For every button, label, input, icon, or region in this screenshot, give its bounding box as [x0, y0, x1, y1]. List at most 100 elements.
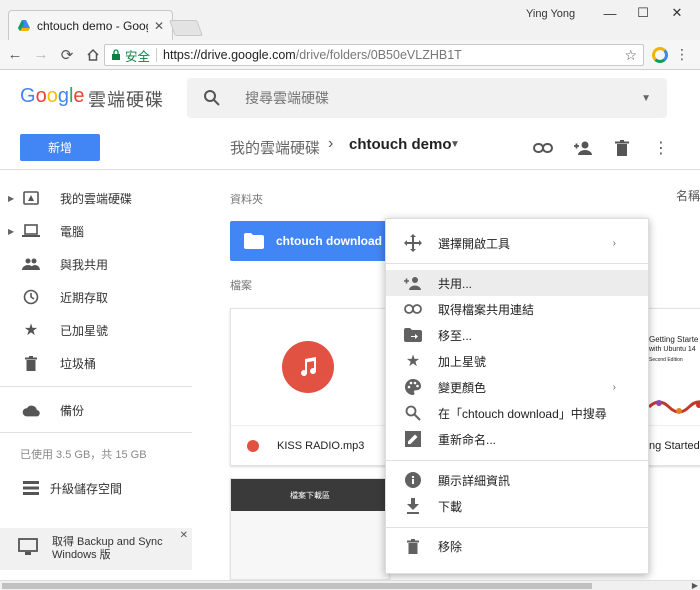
upgrade-storage-link[interactable]: 升級儲存空間: [0, 474, 200, 502]
trash-icon[interactable]: [611, 137, 633, 159]
menu-item-move-to[interactable]: 移至...: [386, 322, 648, 348]
minimize-button[interactable]: —: [597, 4, 623, 22]
menu-item-label: 移除: [438, 539, 463, 554]
menu-item-view-details[interactable]: 顯示詳細資訊: [386, 467, 648, 493]
browser-titlebar: chtouch demo - Google ✕ Ying Yong — ☐ ✕: [0, 0, 700, 40]
browser-menu-icon[interactable]: ⋮: [675, 46, 689, 63]
lock-icon: [112, 49, 120, 60]
menu-item-get-link[interactable]: 取得檔案共用連結: [386, 296, 648, 322]
breadcrumb-caret-icon[interactable]: ▼: [450, 139, 460, 150]
search-options-caret-icon[interactable]: ▼: [641, 93, 651, 104]
file-card[interactable]: 檔案下載區: [230, 478, 390, 580]
move-arrows-icon: [404, 234, 422, 252]
bookmark-star-icon[interactable]: ☆: [624, 47, 637, 64]
divider: [386, 263, 648, 264]
back-arrow-icon[interactable]: ←: [4, 44, 26, 66]
file-card[interactable]: KISS RADIO.mp3: [230, 308, 390, 466]
menu-item-change-color[interactable]: 變更顏色 ›: [386, 374, 648, 400]
profile-name[interactable]: Ying Yong: [526, 8, 575, 20]
search-icon: [204, 90, 220, 106]
sidebar-item-label: 已加星號: [60, 323, 109, 338]
people-icon: [22, 255, 40, 273]
new-button[interactable]: 新增: [20, 134, 100, 161]
search-input[interactable]: [245, 90, 625, 106]
close-window-button[interactable]: ✕: [664, 4, 690, 22]
forward-arrow-icon[interactable]: →: [30, 44, 52, 66]
file-card-footer: KISS RADIO.mp3: [231, 425, 389, 465]
download-icon: [404, 497, 422, 515]
menu-item-label: 取得檔案共用連結: [438, 302, 535, 317]
extension-icon[interactable]: [652, 47, 668, 63]
divider: [386, 527, 648, 528]
search-box[interactable]: ▼: [187, 78, 667, 118]
book-subtitle-line: with Ubuntu 14: [649, 346, 696, 353]
secure-indicator[interactable]: 安全: [111, 46, 150, 65]
horizontal-scrollbar[interactable]: ▶: [0, 580, 700, 590]
drive-title[interactable]: 雲端硬碟: [88, 86, 164, 112]
add-person-icon: [404, 274, 422, 292]
home-icon[interactable]: [82, 44, 104, 66]
new-tab-button[interactable]: [169, 20, 203, 36]
menu-item-add-star[interactable]: ★ 加上星號: [386, 348, 648, 374]
upgrade-storage-label: 升級儲存空間: [50, 481, 123, 496]
browser-toolbar: ← → ⟳ 安全 https://drive.google.com/drive/…: [0, 40, 700, 70]
menu-item-remove[interactable]: 移除: [386, 533, 648, 559]
url-host: https://drive.google.com: [163, 48, 296, 62]
divider: [156, 48, 158, 62]
sidebar-item-label: 與我共用: [60, 257, 109, 272]
file-thumbnail-header: 檔案下載區: [231, 479, 389, 511]
menu-item-label: 變更顏色: [438, 380, 487, 395]
folder-icon: [244, 233, 264, 249]
scroll-right-icon[interactable]: ▶: [692, 581, 698, 590]
scrollbar-thumb[interactable]: [2, 583, 592, 589]
storage-usage-text: 已使用 3.5 GB，共 15 GB: [20, 449, 147, 461]
tab-close-icon[interactable]: ✕: [154, 19, 164, 33]
computer-icon: [22, 222, 40, 240]
link-icon[interactable]: [532, 137, 554, 159]
breadcrumb-chevron-icon: ›: [328, 135, 334, 152]
sidebar-item-backup[interactable]: 備份: [0, 396, 200, 424]
sidebar-item-label: 近期存取: [60, 290, 109, 305]
menu-item-label: 選擇開啟工具: [438, 236, 511, 251]
backup-sync-banner[interactable]: 取得 Backup and Sync Windows 版 ✕: [0, 528, 192, 570]
sidebar-item-recent[interactable]: 近期存取: [0, 283, 200, 311]
menu-item-open-with[interactable]: 選擇開啟工具 ›: [386, 230, 648, 256]
music-note-icon: [282, 341, 334, 393]
reload-icon[interactable]: ⟳: [56, 44, 78, 66]
sidebar-item-my-drive[interactable]: ▶ 我的雲端硬碟: [0, 184, 200, 212]
address-bar[interactable]: 安全 https://drive.google.com/drive/folder…: [104, 44, 644, 66]
close-icon[interactable]: ✕: [180, 530, 188, 541]
folder-item[interactable]: chtouch download: [230, 221, 395, 261]
expand-arrow-icon[interactable]: ▶: [8, 194, 14, 203]
drive-favicon-icon: [18, 19, 30, 31]
browser-tab[interactable]: chtouch demo - Google ✕: [8, 10, 173, 40]
menu-item-label: 顯示詳細資訊: [438, 473, 511, 488]
google-logo[interactable]: Google: [20, 85, 85, 108]
sidebar-item-shared[interactable]: 與我共用: [0, 250, 200, 278]
menu-item-download[interactable]: 下載: [386, 493, 648, 519]
menu-item-rename[interactable]: 重新命名...: [386, 426, 648, 452]
banner-line-2: Windows 版: [52, 549, 111, 561]
book-edition-line: Second Edition: [649, 357, 683, 363]
sidebar-item-trash[interactable]: 垃圾桶: [0, 349, 200, 377]
expand-arrow-icon[interactable]: ▶: [8, 227, 14, 236]
audio-file-icon: [247, 439, 259, 452]
files-section-label: 檔案: [230, 280, 252, 292]
sort-label[interactable]: 名稱: [676, 187, 700, 204]
menu-item-share[interactable]: 共用...: [386, 270, 648, 296]
drive-icon: [22, 189, 40, 207]
banner-line-1: 取得 Backup and Sync: [52, 536, 163, 548]
menu-item-search-in[interactable]: 在「chtouch download」中搜尋: [386, 400, 648, 426]
add-person-icon[interactable]: [572, 137, 594, 159]
sidebar-item-starred[interactable]: ★ 已加星號: [0, 316, 200, 344]
info-icon: [404, 471, 422, 489]
secure-label: 安全: [125, 49, 151, 64]
breadcrumb-root[interactable]: 我的雲端硬碟: [230, 137, 320, 158]
sidebar: ▶ 我的雲端硬碟 ▶ 電腦 與我共用 近期存取 ★ 已加星號 垃圾桶 備份 已使…: [0, 170, 205, 580]
breadcrumb-current[interactable]: chtouch demo: [349, 136, 452, 153]
menu-item-label: 共用...: [438, 276, 473, 291]
book-cover-graphic: [649, 400, 700, 414]
more-options-icon[interactable]: ⋮: [650, 137, 672, 159]
maximize-button[interactable]: ☐: [630, 4, 656, 22]
sidebar-item-computers[interactable]: ▶ 電腦: [0, 217, 200, 245]
